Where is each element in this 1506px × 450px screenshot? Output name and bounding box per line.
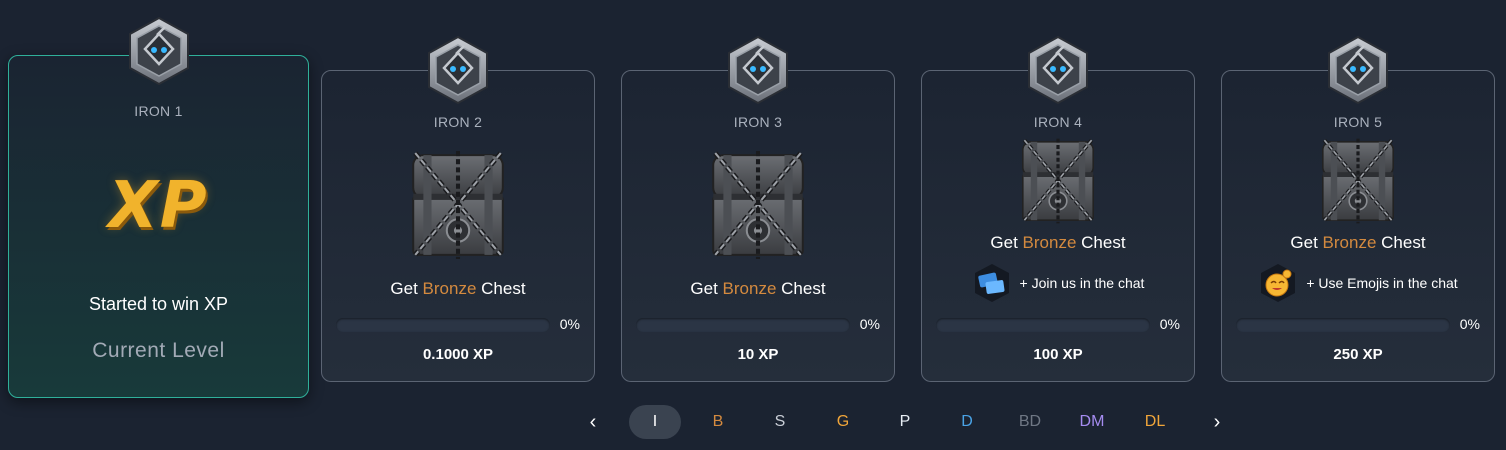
progress-bar [936, 318, 1150, 332]
level-description: Started to win XP [88, 294, 229, 314]
progress-percent: 0% [559, 316, 580, 332]
xp-requirement: 250 XP [1333, 346, 1383, 363]
reward-suffix: Chest [476, 279, 526, 298]
xp-logo: XP [108, 169, 209, 243]
level-card-iron-2: IRON 2 Get Bronze Chest 0% 0.1000 XP [321, 70, 595, 382]
tier-tab-dl[interactable]: DL [1138, 405, 1172, 439]
level-name: IRON 3 [733, 114, 783, 130]
pager-next-button[interactable]: › [1207, 405, 1227, 439]
tier-pager: ‹ I B S G P D BD DM DL › [0, 405, 1506, 439]
reward-prefix: Get [390, 279, 423, 298]
task-text: + Use Emojis in the chat [1306, 275, 1458, 291]
level-card-iron-4: IRON 4 Get Bronze Chest + Join us in the… [921, 70, 1195, 382]
progress-percent: 0% [1459, 316, 1480, 332]
reward-tier: Bronze [422, 279, 477, 298]
reward-suffix: Chest [776, 279, 826, 298]
tier-tab-diamond[interactable]: D [953, 405, 981, 439]
tier-tab-dm[interactable]: DM [1074, 405, 1110, 439]
reward-suffix: Chest [1376, 233, 1426, 252]
progress-percent: 0% [1159, 316, 1180, 332]
level-name: IRON 2 [433, 114, 483, 130]
reward-tier: Bronze [1322, 233, 1377, 252]
level-card-iron-5: IRON 5 Get Bronze Chest + Use Emojis in … [1221, 70, 1495, 382]
chat-tickets-icon [974, 264, 1009, 302]
level-card-iron-1: IRON 1 XP Started to win XP Current Leve… [8, 55, 309, 398]
reward-text: Get Bronze Chest [622, 279, 894, 299]
reward-text: Get Bronze Chest [1222, 233, 1494, 253]
level-name: IRON 4 [1033, 114, 1083, 130]
xp-requirement: 100 XP [1033, 346, 1083, 363]
reward-prefix: Get [1290, 233, 1323, 252]
reward-text: Get Bronze Chest [322, 279, 594, 299]
reward-tier: Bronze [722, 279, 777, 298]
tier-tab-platinum[interactable]: P [891, 405, 919, 439]
locked-chest-icon [705, 149, 811, 261]
task-requirement: + Use Emojis in the chat [1222, 263, 1494, 303]
progress-percent: 0% [859, 316, 880, 332]
tier-tab-bronze[interactable]: B [704, 405, 732, 439]
current-level-label: Current Level [92, 339, 225, 362]
reward-suffix: Chest [1076, 233, 1126, 252]
task-requirement: + Join us in the chat [922, 263, 1194, 303]
reward-tier: Bronze [1022, 233, 1077, 252]
tier-tab-gold[interactable]: G [829, 405, 857, 439]
progress-bar [1236, 318, 1450, 332]
xp-requirement: 0.1000 XP [422, 346, 494, 363]
iron-rank-badge-icon [1326, 35, 1390, 105]
level-name: IRON 5 [1333, 114, 1383, 130]
tier-tab-iron[interactable]: I [629, 405, 681, 439]
progress-bar [636, 318, 850, 332]
iron-rank-badge-icon [426, 35, 490, 105]
iron-rank-badge-icon [1026, 35, 1090, 105]
task-text: + Join us in the chat [1019, 275, 1145, 291]
reward-text: Get Bronze Chest [922, 233, 1194, 253]
locked-chest-icon [1316, 137, 1400, 225]
pager-prev-button[interactable]: ‹ [583, 405, 603, 439]
iron-rank-badge-icon [726, 35, 790, 105]
tier-tab-bd[interactable]: BD [1013, 405, 1047, 439]
progress-bar [336, 318, 550, 332]
locked-chest-icon [405, 149, 511, 261]
reward-prefix: Get [690, 279, 723, 298]
level-card-iron-3: IRON 3 Get Bronze Chest 0% 10 XP [621, 70, 895, 382]
locked-chest-icon [1016, 137, 1100, 225]
xp-requirement: 10 XP [737, 346, 779, 363]
emoji-icon [1261, 264, 1296, 302]
tier-tab-silver[interactable]: S [766, 405, 794, 439]
level-name: IRON 1 [134, 103, 183, 119]
reward-prefix: Get [990, 233, 1023, 252]
iron-rank-badge-icon [127, 16, 191, 86]
